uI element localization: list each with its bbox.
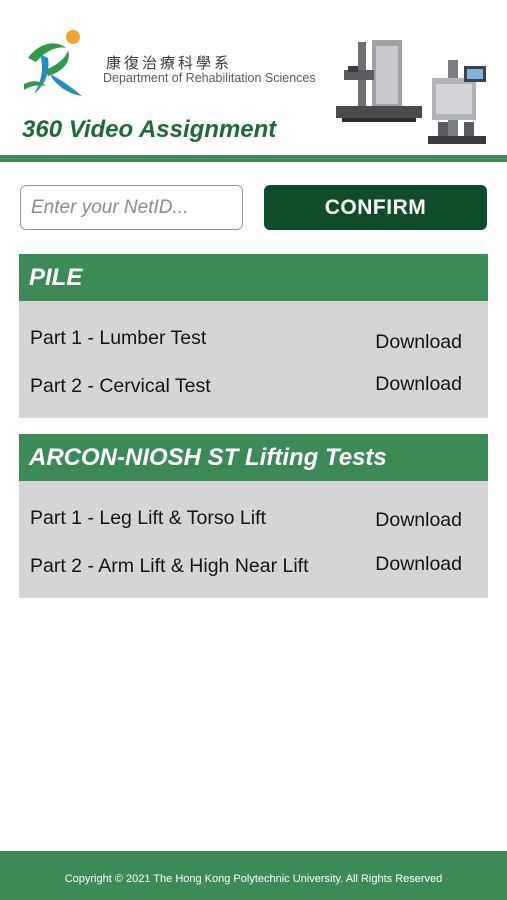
item-label: Part 1 - Lumber Test	[30, 327, 207, 349]
copyright-text: Copyright © 2021 The Hong Kong Polytechn…	[64, 873, 443, 885]
download-link[interactable]: Download	[375, 509, 462, 532]
list-item: Part 2 - Cervical Test Download	[19, 362, 488, 409]
department-name-chinese: 康復治療科學系	[106, 54, 233, 72]
rehab-sciences-logo	[24, 30, 82, 96]
app-header: 康復治療科學系 Department of Rehabilitation Sci…	[0, 0, 507, 165]
header-divider	[0, 155, 507, 162]
footer: Copyright © 2021 The Hong Kong Polytechn…	[0, 851, 507, 900]
list-item: Part 2 - Arm Lift & High Near Lift Downl…	[19, 542, 488, 589]
download-link[interactable]: Download	[375, 553, 462, 576]
list-item: Part 1 - Lumber Test Download	[19, 315, 488, 362]
netid-input[interactable]	[20, 185, 243, 230]
list-item: Part 1 - Leg Lift & Torso Lift Download	[19, 495, 488, 542]
section-arcon-niosh: ARCON-NIOSH ST Lifting Tests Part 1 - Le…	[19, 434, 488, 598]
section-pile: PILE Part 1 - Lumber Test Download Part …	[19, 254, 488, 418]
section-title: PILE	[19, 254, 488, 301]
section-title: ARCON-NIOSH ST Lifting Tests	[19, 434, 488, 481]
item-label: Part 1 - Leg Lift & Torso Lift	[30, 507, 266, 529]
download-link[interactable]: Download	[375, 373, 462, 396]
confirm-button[interactable]: CONFIRM	[264, 185, 487, 230]
department-name-english: Department of Rehabilitation Sciences	[103, 71, 316, 85]
rehab-equipment-image	[336, 40, 486, 144]
item-label: Part 2 - Cervical Test	[30, 375, 211, 397]
item-label: Part 2 - Arm Lift & High Near Lift	[30, 555, 309, 577]
download-link[interactable]: Download	[375, 331, 462, 354]
app-title: 360 Video Assignment	[22, 116, 277, 143]
